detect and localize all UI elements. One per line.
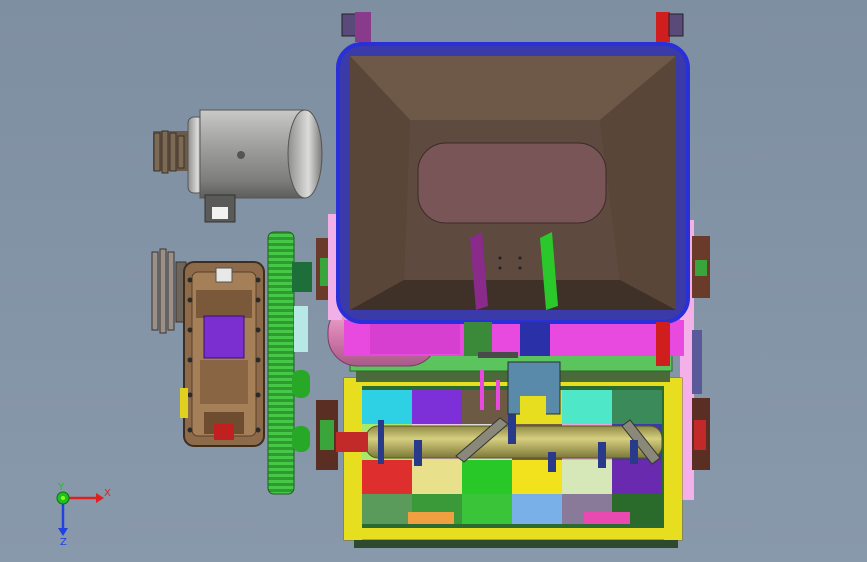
cad-viewport[interactable]: X Y Z: [0, 0, 867, 562]
axis-triad: X Y Z: [56, 482, 111, 548]
z-axis-label: Z: [60, 537, 67, 548]
gearbox-pulley: [151, 248, 187, 334]
spur-gear: [267, 231, 312, 495]
reduction-gearbox: [180, 261, 265, 447]
machine-assembly-view: X Y Z: [56, 12, 710, 548]
y-axis-marker: [56, 491, 70, 505]
y-axis-label: Y: [57, 482, 65, 493]
hopper: [328, 12, 690, 324]
electric-motor: [153, 109, 323, 223]
x-axis-label: X: [104, 488, 111, 499]
